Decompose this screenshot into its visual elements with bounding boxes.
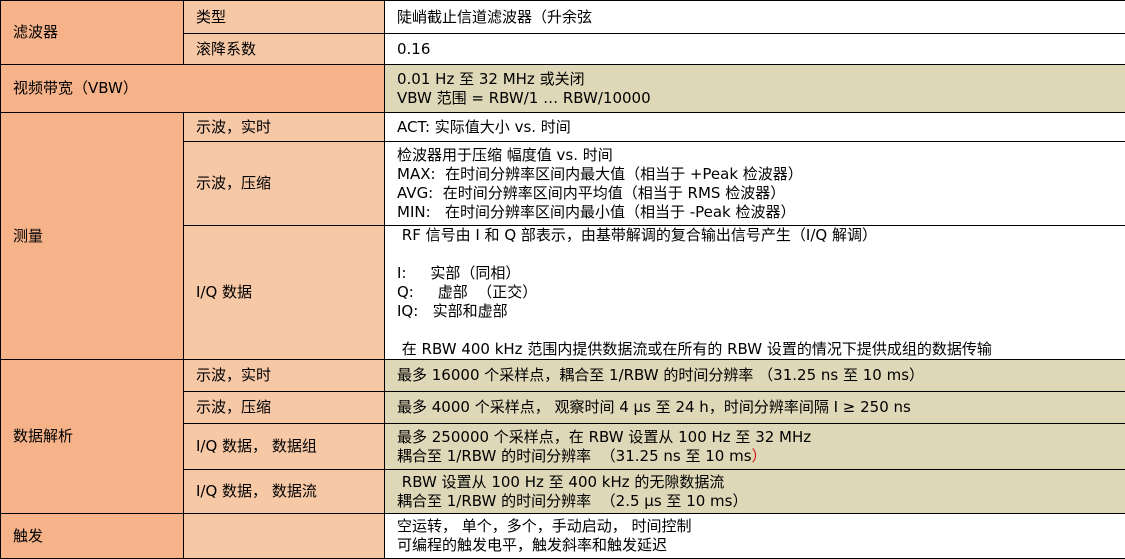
label-resolution-realtime: 示波，实时	[183, 359, 385, 392]
iq-note: 在 RBW 400 kHz 范围内提供数据流或在所有的 RBW 设置的情况下提供…	[397, 340, 992, 358]
compressed-line-2: MAX: 在时间分辨率区间内最大值（相当于 +Peak 检波器）	[397, 164, 803, 183]
row-trigger: 触发 空运转， 单个，多个，手动启动， 时间控制 可编程的触发电平，触发斜率和触…	[0, 513, 1125, 559]
row-filter-type: 滤波器 类型 陡峭截止信道滤波器（升余弦	[0, 0, 1125, 65]
iq-iq: IQ: 实部和虚部	[397, 302, 508, 320]
row-vbw: 视频带宽（VBW） 0.01 Hz 至 32 MHz 或关闭 VBW 范围 = …	[0, 64, 1125, 113]
vbw-line-1: 0.01 Hz 至 32 MHz 或关闭	[397, 69, 585, 88]
category-vbw: 视频带宽（VBW）	[0, 64, 385, 113]
label-measure-compressed: 示波，压缩	[183, 141, 385, 226]
label-resolution-compressed: 示波，压缩	[183, 391, 385, 424]
value-measure-iq: RF 信号由 I 和 Q 部表示，由基带解调的复合输出信号产生（I/Q 解调） …	[384, 225, 1125, 360]
label-measure-iq: I/Q 数据	[183, 225, 385, 360]
compressed-line-1: 检波器用于压缩 幅度值 vs. 时间	[397, 145, 613, 164]
value-rolloff: 0.16	[384, 33, 1125, 65]
label-resolution-iq-block: I/Q 数据， 数据组	[183, 423, 385, 470]
label-measure-realtime: 示波，实时	[183, 112, 385, 142]
iq-intro: RF 信号由 I 和 Q 部表示，由基带解调的复合输出信号产生（I/Q 解调）	[397, 226, 877, 245]
value-filter-type: 陡峭截止信道滤波器（升余弦	[384, 0, 1125, 34]
iq-spacer-1	[397, 245, 1125, 264]
value-measure-realtime: ACT: 实际值大小 vs. 时间	[384, 112, 1125, 142]
row-measure-realtime: 测量 示波，实时 ACT: 实际值大小 vs. 时间	[0, 112, 1125, 360]
iq-q: Q: 虚部 （正交）	[397, 283, 538, 301]
compressed-line-4: MIN: 在时间分辨率区间内最小值（相当于 -Peak 检波器）	[397, 202, 796, 221]
label-rolloff: 滚降系数	[183, 33, 385, 65]
trigger-line-2: 可编程的触发电平，触发斜率和触发延迟	[397, 536, 668, 554]
label-resolution-iq-stream: I/Q 数据， 数据流	[183, 469, 385, 514]
compressed-line-3: AVG: 在时间分辨率区间内平均值（相当于 RMS 检波器）	[397, 183, 786, 202]
vbw-line-2: VBW 范围 = RBW/1 … RBW/10000	[397, 88, 651, 107]
trigger-line-1: 空运转， 单个，多个，手动启动， 时间控制	[397, 517, 692, 535]
category-measurement: 测量	[0, 112, 184, 360]
iq-spacer-2	[397, 321, 1125, 340]
iq-i: I: 实部（同相）	[397, 264, 521, 282]
iq-block-line-2-text: 耦合至 1/RBW 的时间分辨率 （31.25 ns 至 10 ms	[397, 446, 752, 465]
value-trigger: 空运转， 单个，多个，手动启动， 时间控制 可编程的触发电平，触发斜率和触发延迟	[384, 513, 1125, 559]
iq-stream-line-2: 耦合至 1/RBW 的时间分辨率 （2.5 µs 至 10 ms）	[397, 491, 748, 510]
iq-block-line-1: 最多 250000 个采样点，在 RBW 设置从 100 Hz 至 32 MHz	[397, 427, 812, 446]
category-filter: 滤波器	[0, 0, 184, 65]
value-resolution-iq-block: 最多 250000 个采样点，在 RBW 设置从 100 Hz 至 32 MHz…	[384, 423, 1125, 470]
iq-block-line-2: 耦合至 1/RBW 的时间分辨率 （31.25 ns 至 10 ms）	[397, 447, 1125, 466]
label-trigger-empty	[183, 513, 385, 559]
value-vbw: 0.01 Hz 至 32 MHz 或关闭 VBW 范围 = RBW/1 … RB…	[384, 64, 1125, 113]
category-trigger: 触发	[0, 513, 184, 559]
value-resolution-iq-stream: RBW 设置从 100 Hz 至 400 kHz 的无隙数据流 耦合至 1/RB…	[384, 469, 1125, 514]
row-resolution-realtime: 数据解析 示波，实时 最多 16000 个采样点，耦合至 1/RBW 的时间分辨…	[0, 359, 1125, 514]
value-resolution-compressed: 最多 4000 个采样点， 观察时间 4 µs 至 24 h，时间分辨率间隔 I…	[384, 391, 1125, 424]
value-measure-compressed: 检波器用于压缩 幅度值 vs. 时间 MAX: 在时间分辨率区间内最大值（相当于…	[384, 141, 1125, 226]
value-resolution-realtime: 最多 16000 个采样点，耦合至 1/RBW 的时间分辨率 （31.25 ns…	[384, 359, 1125, 392]
category-resolution: 数据解析	[0, 359, 184, 514]
label-filter-type: 类型	[183, 0, 385, 34]
spec-table: 滤波器 类型 陡峭截止信道滤波器（升余弦 滚降系数 0.16 视频带宽（VBW）…	[0, 0, 1125, 559]
iq-block-line-2-paren: ）	[751, 446, 767, 465]
iq-stream-line-1: RBW 设置从 100 Hz 至 400 kHz 的无隙数据流	[397, 472, 725, 491]
